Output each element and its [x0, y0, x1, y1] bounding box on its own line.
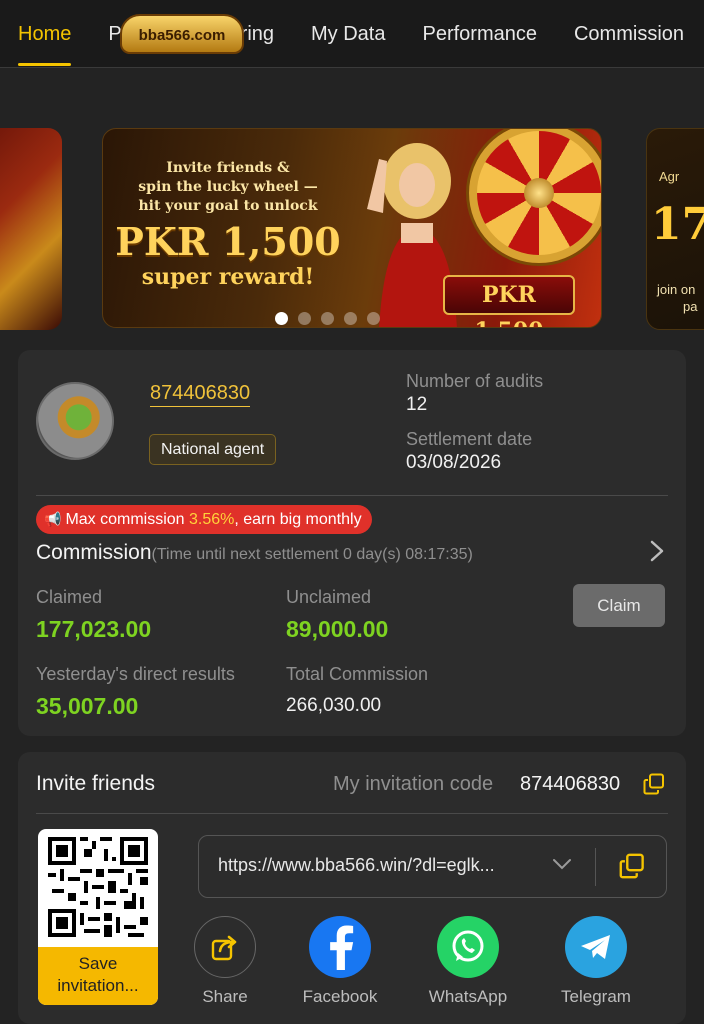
invitation-link-field[interactable]: https://www.bba566.win/?dl=eglk... [198, 835, 667, 898]
agent-id[interactable]: 874406830 [150, 380, 251, 407]
settlement-date-value: 03/08/2026 [406, 452, 502, 473]
max-commission-badge: 📢 Max commission 3.56%, earn big monthly [36, 505, 372, 534]
telegram-label: Telegram [561, 987, 631, 1006]
total-commission-label: Total Commission [286, 664, 429, 684]
chevron-right-icon[interactable] [650, 540, 664, 562]
claimed-value: 177,023.00 [36, 616, 152, 642]
carousel-dot[interactable] [344, 312, 357, 325]
divider [36, 813, 668, 814]
next-banner-footer-line-2: pa [683, 299, 698, 314]
commission-title: Commission [36, 541, 152, 564]
carousel-pagination [275, 312, 380, 325]
unclaimed-value: 89,000.00 [286, 616, 389, 642]
carousel-dot[interactable] [321, 312, 334, 325]
next-banner-footer: join on pa [657, 281, 697, 315]
agent-level-badge: National agent [149, 434, 277, 465]
banner-line-1: Invite friends & [166, 160, 290, 176]
agent-commission-card: 874406830 National agent Number of audit… [18, 350, 686, 736]
qr-code-image [48, 837, 148, 937]
invitation-link-text: https://www.bba566.win/?dl=eglk... [218, 855, 495, 875]
banner-amount: PKR 1,500 [115, 219, 341, 264]
facebook-icon [309, 916, 371, 978]
invitation-code-label: My invitation code [333, 773, 494, 795]
banner-amount-badge: PKR 1,500 [443, 275, 575, 327]
audits-value: 12 [406, 394, 428, 415]
claim-button[interactable]: Claim [573, 584, 665, 627]
banner-slide-next[interactable]: Agr 17 join on pa [646, 128, 704, 330]
unclaimed-label: Unclaimed [286, 587, 372, 607]
commission-heading: Commission(Time until next settlement 0 … [36, 541, 473, 565]
total-commission-value: 266,030.00 [286, 695, 382, 716]
banner-subtitle: super reward! [141, 264, 315, 290]
promo-rate: 3.56% [189, 511, 235, 528]
chevron-down-icon[interactable] [553, 858, 571, 870]
carousel-dot[interactable] [367, 312, 380, 325]
facebook-label: Facebook [302, 987, 378, 1006]
top-tab-bar: Home Promotion Sharing My Data Performan… [0, 0, 704, 68]
carousel-dot[interactable] [298, 312, 311, 325]
whatsapp-label: WhatsApp [428, 987, 508, 1006]
yesterday-results-value: 35,007.00 [36, 693, 139, 719]
invite-friends-card: Invite friends My invitation code 874406… [18, 752, 686, 1024]
banner-slide-active[interactable]: Invite friends & spin the lucky wheel — … [102, 128, 602, 328]
banner-slide-previous[interactable]: 777 [0, 128, 62, 330]
copy-code-icon[interactable] [643, 773, 665, 795]
banner-carousel[interactable]: 777 Invite friends & spin the lucky whee… [0, 96, 704, 336]
invitation-code-value: 874406830 [520, 773, 621, 795]
next-banner-text: Agr [659, 169, 680, 184]
copy-link-icon[interactable] [619, 853, 645, 879]
tab-home[interactable]: Home [18, 0, 72, 68]
share-label: Share [202, 987, 248, 1006]
whatsapp-icon [437, 916, 499, 978]
banner-headline: Invite friends & spin the lucky wheel — … [115, 159, 341, 290]
divider [595, 848, 596, 886]
claimed-label: Claimed [36, 587, 103, 607]
banner-line-2: spin the lucky wheel — [138, 179, 318, 195]
avatar [36, 382, 114, 460]
next-banner-amount: 17 [651, 199, 704, 250]
tab-commission[interactable]: Commission [574, 0, 684, 68]
promo-text-suffix: , earn big monthly [234, 511, 362, 528]
tab-my-data[interactable]: My Data [311, 0, 385, 68]
audits-label: Number of audits [406, 371, 544, 391]
divider [36, 495, 668, 496]
facebook-share-button[interactable]: Facebook [288, 916, 392, 1007]
invite-title: Invite friends [36, 772, 156, 795]
next-banner-footer-line-1: join on [657, 282, 696, 297]
bba566-logo: bba566.com [120, 14, 244, 54]
lucky-wheel-image [469, 129, 601, 263]
save-invitation-button[interactable]: Save invitation... [38, 947, 158, 1005]
megaphone-icon: 📢 [44, 511, 62, 527]
settlement-countdown: (Time until next settlement 0 day(s) 08:… [151, 546, 473, 563]
settlement-date-label: Settlement date [406, 429, 533, 449]
share-button[interactable]: Share [173, 916, 277, 1007]
carousel-dot[interactable] [275, 312, 288, 325]
invitation-qr-card[interactable]: Save invitation... [38, 829, 158, 1005]
promo-text-prefix: Max commission [65, 511, 190, 528]
share-icon [194, 916, 256, 978]
telegram-icon [565, 916, 627, 978]
banner-line-3: hit your goal to unlock [138, 198, 318, 214]
whatsapp-share-button[interactable]: WhatsApp [416, 916, 520, 1007]
telegram-share-button[interactable]: Telegram [544, 916, 648, 1007]
tab-performance[interactable]: Performance [422, 0, 537, 68]
yesterday-results-label: Yesterday's direct results [36, 664, 235, 684]
